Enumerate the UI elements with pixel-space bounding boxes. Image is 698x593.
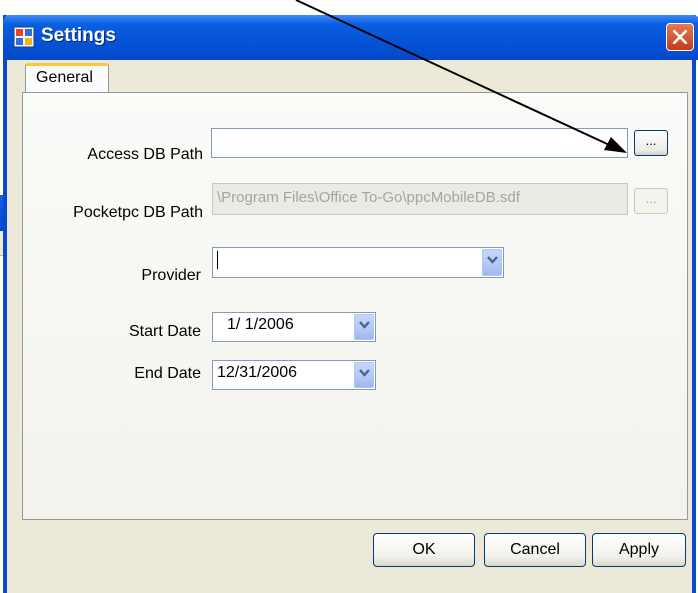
pocketpc-db-path-input: \Program Files\Office To-Go\ppcMobileDB.… [212, 183, 628, 215]
cancel-button[interactable]: Cancel [484, 533, 586, 567]
start-date-label: Start Date [128, 323, 201, 340]
titlebar[interactable]: Settings [3, 15, 698, 60]
ok-button[interactable]: OK [373, 533, 475, 567]
text-caret [217, 251, 218, 269]
provider-combobox[interactable] [212, 247, 504, 278]
chevron-down-icon [487, 256, 498, 264]
window-title: Settings [41, 25, 116, 46]
end-date-picker[interactable]: 12/31/2006 [212, 360, 376, 390]
end-date-dropdown-button[interactable] [354, 362, 374, 388]
tab-general[interactable]: General [25, 63, 109, 93]
provider-dropdown-button[interactable] [482, 249, 502, 276]
start-date-dropdown-button[interactable] [354, 314, 374, 340]
close-icon [673, 30, 687, 44]
settings-window-icon [13, 26, 35, 48]
access-db-path-input[interactable] [211, 128, 628, 158]
pocketpc-db-path-browse-button: ... [634, 188, 668, 214]
pocketpc-db-path-label: Pocketpc DB Path [73, 204, 203, 221]
chevron-down-icon [359, 321, 370, 329]
end-date-label: End Date [134, 365, 201, 382]
close-button[interactable] [666, 23, 694, 51]
apply-button[interactable]: Apply [592, 533, 686, 567]
provider-label: Provider [141, 267, 201, 284]
access-db-path-browse-button[interactable]: ... [634, 130, 668, 156]
settings-window: Settings General Access DB Path ... Pock… [3, 15, 698, 593]
chevron-down-icon [359, 369, 370, 377]
end-date-value: 12/31/2006 [217, 364, 298, 381]
start-date-value: 1/ 1/2006 [227, 316, 294, 333]
access-db-path-label: Access DB Path [87, 146, 203, 163]
start-date-picker[interactable]: 1/ 1/2006 [212, 312, 376, 342]
